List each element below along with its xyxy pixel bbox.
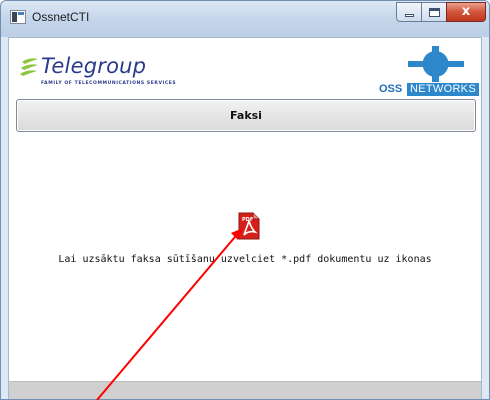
minimize-icon [405, 14, 414, 17]
app-window: OssnetCTI x Telegroup FAMILY OF TELECOMM… [0, 0, 490, 400]
telegroup-swoosh-icon [20, 58, 38, 76]
maximize-button[interactable] [421, 2, 447, 22]
telegroup-logo: Telegroup FAMILY OF TELECOMMUNICATIONS S… [19, 52, 219, 92]
networks-label: NETWORKS [410, 83, 476, 95]
close-button[interactable]: x [446, 2, 486, 22]
title-bar[interactable]: OssnetCTI x [1, 1, 489, 37]
client-area: Telegroup FAMILY OF TELECOMMUNICATIONS S… [8, 37, 482, 399]
instruction-text: Lai uzsāktu faksa sūtīšanu uzvelciet *.p… [58, 254, 432, 265]
ossnetworks-symbol-icon [408, 46, 464, 82]
fax-button[interactable]: Faksi [16, 99, 476, 132]
ossnetworks-logo: OSS NETWORKS [374, 46, 482, 96]
close-icon: x [461, 4, 471, 19]
maximize-icon [429, 8, 440, 17]
networks-label-box: NETWORKS [407, 83, 479, 96]
telegroup-name: Telegroup [41, 54, 147, 78]
status-bar [9, 381, 481, 399]
telegroup-tagline: FAMILY OF TELECOMMUNICATIONS SERVICES [41, 81, 177, 86]
oss-label: OSS [379, 83, 403, 95]
pdf-icon: PDF [238, 212, 260, 240]
pdf-drop-icon[interactable]: PDF [238, 212, 260, 240]
minimize-button[interactable] [396, 2, 422, 22]
app-icon[interactable] [10, 10, 26, 24]
window-title: OssnetCTI [32, 10, 90, 24]
svg-text:PDF: PDF [242, 217, 253, 223]
